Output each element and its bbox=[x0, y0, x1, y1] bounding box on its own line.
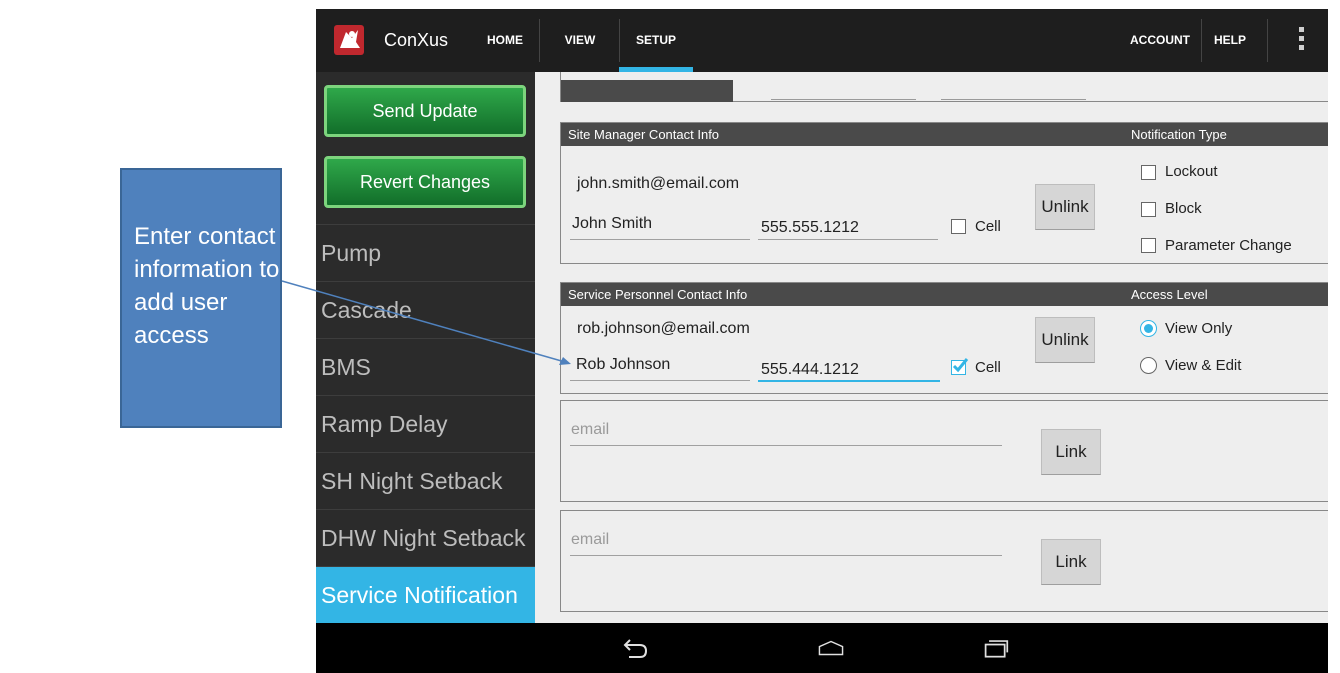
previous-card-bottom bbox=[560, 72, 1328, 102]
revert-changes-button[interactable]: Revert Changes bbox=[324, 156, 526, 208]
send-update-button[interactable]: Send Update bbox=[324, 85, 526, 137]
card-header-partial bbox=[561, 80, 733, 102]
lockout-label: Lockout bbox=[1165, 163, 1218, 180]
sidebar-item-cascade[interactable]: Cascade bbox=[316, 281, 535, 338]
email-underline bbox=[570, 555, 1002, 556]
tab-divider bbox=[619, 19, 620, 62]
sidebar-item-ramp-delay[interactable]: Ramp Delay bbox=[316, 395, 535, 452]
callout-text: Enter contact information to add user ac… bbox=[134, 223, 280, 349]
overflow-menu-icon[interactable] bbox=[1297, 27, 1305, 53]
main-panel: Site Manager Contact Info Notification T… bbox=[535, 72, 1328, 623]
service-personnel-unlink-button[interactable]: Unlink bbox=[1035, 317, 1095, 363]
service-personnel-header: Service Personnel Contact Info Access Le… bbox=[561, 283, 1328, 306]
field-underline bbox=[941, 99, 1086, 100]
app-title: ConXus bbox=[384, 30, 449, 50]
cell-label: Cell bbox=[975, 218, 1001, 235]
tab-home[interactable]: HOME bbox=[481, 9, 529, 72]
sidebar-item-dhw-night-setback[interactable]: DHW Night Setback bbox=[316, 509, 535, 566]
link-button[interactable]: Link bbox=[1041, 429, 1101, 475]
link-button[interactable]: Link bbox=[1041, 539, 1101, 585]
phone-underline-focused bbox=[758, 380, 940, 382]
name-underline bbox=[570, 380, 750, 381]
service-personnel-phone[interactable]: 555.444.1212 bbox=[761, 361, 859, 379]
home-icon[interactable] bbox=[818, 636, 844, 660]
email-underline bbox=[570, 445, 1002, 446]
service-personnel-email[interactable]: rob.johnson@email.com bbox=[577, 320, 750, 338]
notification-type-title: Notification Type bbox=[1131, 127, 1227, 142]
site-manager-email[interactable]: john.smith@email.com bbox=[577, 175, 739, 193]
email-input[interactable]: email bbox=[571, 531, 609, 549]
tab-setup[interactable]: SETUP bbox=[626, 9, 686, 72]
site-manager-name[interactable]: John Smith bbox=[572, 215, 652, 233]
tab-divider bbox=[539, 19, 540, 62]
service-personnel-name[interactable]: Rob Johnson bbox=[576, 356, 670, 374]
tablet-screen: ConXus HOME VIEW SETUP ACCOUNT HELP Send… bbox=[316, 9, 1328, 673]
service-personnel-card: Service Personnel Contact Info Access Le… bbox=[560, 282, 1328, 394]
annotation-callout: Enter contact information to add user ac… bbox=[120, 168, 282, 428]
service-personnel-cell-checkbox[interactable] bbox=[951, 358, 969, 375]
site-manager-header: Site Manager Contact Info Notification T… bbox=[561, 123, 1328, 146]
site-manager-cell-checkbox[interactable] bbox=[951, 219, 966, 234]
tab-divider bbox=[1201, 19, 1202, 62]
block-label: Block bbox=[1165, 200, 1202, 217]
tab-account[interactable]: ACCOUNT bbox=[1128, 9, 1192, 72]
sidebar: Send Update Revert Changes Pump Cascade … bbox=[316, 72, 535, 623]
tab-view[interactable]: VIEW bbox=[556, 9, 604, 72]
site-manager-title: Site Manager Contact Info bbox=[568, 127, 720, 142]
tab-divider bbox=[1267, 19, 1268, 62]
site-manager-phone[interactable]: 555.555.1212 bbox=[761, 219, 859, 237]
view-and-edit-radio[interactable] bbox=[1140, 357, 1157, 374]
recent-apps-icon[interactable] bbox=[983, 636, 1009, 660]
back-icon[interactable] bbox=[622, 636, 648, 660]
block-checkbox[interactable] bbox=[1141, 202, 1156, 217]
parameter-change-checkbox[interactable] bbox=[1141, 238, 1156, 253]
sidebar-item-sh-night-setback[interactable]: SH Night Setback bbox=[316, 452, 535, 509]
view-only-label: View Only bbox=[1165, 320, 1233, 337]
link-card: email Link bbox=[560, 510, 1328, 612]
field-underline bbox=[771, 99, 916, 100]
lockout-checkbox[interactable] bbox=[1141, 165, 1156, 180]
sidebar-item-bms[interactable]: BMS bbox=[316, 338, 535, 395]
system-navigation-bar bbox=[316, 623, 1328, 673]
cell-label: Cell bbox=[975, 359, 1001, 376]
access-level-title: Access Level bbox=[1131, 287, 1208, 302]
view-only-radio[interactable] bbox=[1140, 320, 1157, 337]
site-manager-unlink-button[interactable]: Unlink bbox=[1035, 184, 1095, 230]
screenshot: Enter contact information to add user ac… bbox=[0, 0, 1340, 673]
view-and-edit-label: View & Edit bbox=[1165, 357, 1242, 374]
link-card: email Link bbox=[560, 400, 1328, 502]
parameter-change-label: Parameter Change bbox=[1165, 237, 1292, 254]
tab-help[interactable]: HELP bbox=[1207, 9, 1253, 72]
checkmark-icon bbox=[952, 358, 969, 373]
phone-underline bbox=[758, 239, 938, 240]
site-manager-card: Site Manager Contact Info Notification T… bbox=[560, 122, 1328, 264]
name-underline bbox=[570, 239, 750, 240]
email-input[interactable]: email bbox=[571, 421, 609, 439]
sidebar-item-service-notification[interactable]: Service Notification bbox=[316, 566, 535, 623]
app-logo-icon[interactable] bbox=[330, 22, 368, 58]
action-bar: ConXus HOME VIEW SETUP ACCOUNT HELP bbox=[316, 9, 1328, 72]
service-personnel-title: Service Personnel Contact Info bbox=[568, 287, 748, 302]
sidebar-item-pump[interactable]: Pump bbox=[316, 224, 535, 281]
